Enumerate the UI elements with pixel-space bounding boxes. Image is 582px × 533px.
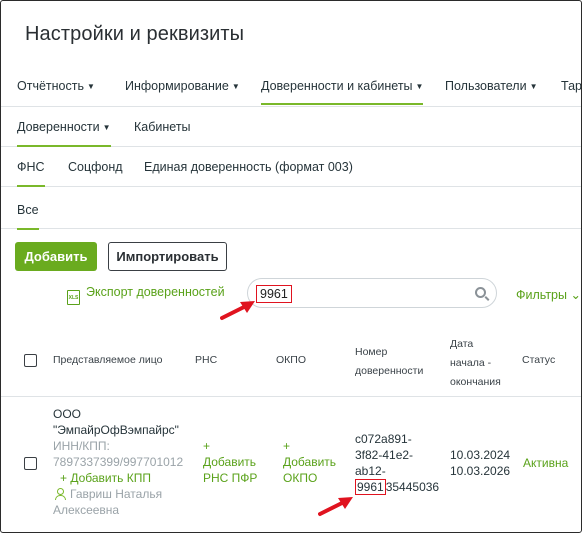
nav-item-users[interactable]: Пользователи ▼ (445, 79, 538, 93)
col-header-dates: Дата начала - окончания (450, 338, 501, 388)
col-header-rns: РНС (195, 354, 218, 366)
authority-tabs: ФНС Соцфонд Единая доверенность (формат … (1, 147, 581, 187)
xls-icon: XLS (67, 290, 80, 305)
import-button[interactable]: Импортировать (108, 242, 227, 271)
nav-item-poa-cabinets[interactable]: Доверенности и кабинеты ▼ (261, 79, 424, 105)
sub-nav: Доверенности ▼ Кабинеты (1, 107, 581, 147)
tab-unified-poa[interactable]: Единая доверенность (формат 003) (144, 160, 353, 174)
caret-down-icon: ▼ (102, 123, 111, 132)
status-badge: Активна (523, 456, 569, 470)
nav-item-tariffs[interactable]: Тар (561, 79, 581, 93)
add-rns-link[interactable]: + Добавить РНС ПФР (203, 438, 257, 486)
tab-socfond[interactable]: Соцфонд (68, 160, 123, 174)
export-poa-link[interactable]: XLS Экспорт доверенностей (67, 285, 225, 305)
annotation-arrow-icon (220, 301, 255, 320)
select-all-checkbox[interactable] (24, 354, 37, 367)
tab-poa[interactable]: Доверенности ▼ (17, 120, 111, 147)
search-value: 9961 (256, 285, 292, 303)
add-kpp-link[interactable]: + Добавить КПП (53, 470, 193, 486)
add-button[interactable]: Добавить (15, 242, 97, 271)
table-row: ООО "ЭмпайрОфВэмпайрс" ИНН/КПП: 78973373… (1, 397, 581, 532)
dates-cell: 10.03.2024 10.03.2026 (450, 448, 511, 478)
caret-down-icon: ▼ (415, 82, 424, 91)
person-icon (55, 488, 66, 500)
tab-cabinets[interactable]: Кабинеты (134, 120, 191, 134)
annotation-arrow-icon (318, 497, 353, 516)
caret-down-icon: ▼ (86, 82, 95, 91)
col-header-status: Статус (522, 354, 556, 366)
add-okpo-link[interactable]: + Добавить ОКПО (283, 438, 336, 486)
col-header-person: Представляемое лицо (53, 354, 163, 366)
poa-number-cell: c072a891- 3f82-41e2- ab12- 9961 35445036 (355, 432, 440, 495)
chevron-down-icon: ⌄ (570, 288, 581, 302)
search-input[interactable]: 9961 (247, 278, 497, 308)
filter-tabs: Все (1, 187, 581, 230)
col-header-okpo: ОКПО (276, 354, 306, 366)
search-match-highlight: 9961 (355, 479, 386, 495)
filters-dropdown[interactable]: Фильтры ⌄ (516, 287, 581, 302)
app-window: Настройки и реквизиты Отчётность ▼ Информ… (0, 0, 582, 533)
caret-down-icon: ▼ (529, 82, 538, 91)
row-checkbox[interactable] (24, 457, 37, 470)
nav-item-informing[interactable]: Информирование ▼ (125, 79, 240, 93)
nav-item-reporting[interactable]: Отчётность ▼ (17, 79, 95, 93)
tab-fns[interactable]: ФНС (17, 160, 45, 187)
tab-all[interactable]: Все (17, 203, 39, 230)
table-header: Представляемое лицо РНС ОКПО Номер довер… (1, 331, 581, 397)
caret-down-icon: ▼ (231, 82, 240, 91)
col-header-number: Номер доверенности (355, 346, 424, 377)
person-name: Гавриш Наталья (53, 486, 193, 502)
main-nav: Отчётность ▼ Информирование ▼ Доверенности… (1, 67, 581, 107)
search-icon[interactable] (475, 287, 486, 298)
page-title: Настройки и реквизиты (25, 23, 245, 45)
represented-person-cell: ООО "ЭмпайрОфВэмпайрс" ИНН/КПП: 78973373… (53, 406, 193, 518)
